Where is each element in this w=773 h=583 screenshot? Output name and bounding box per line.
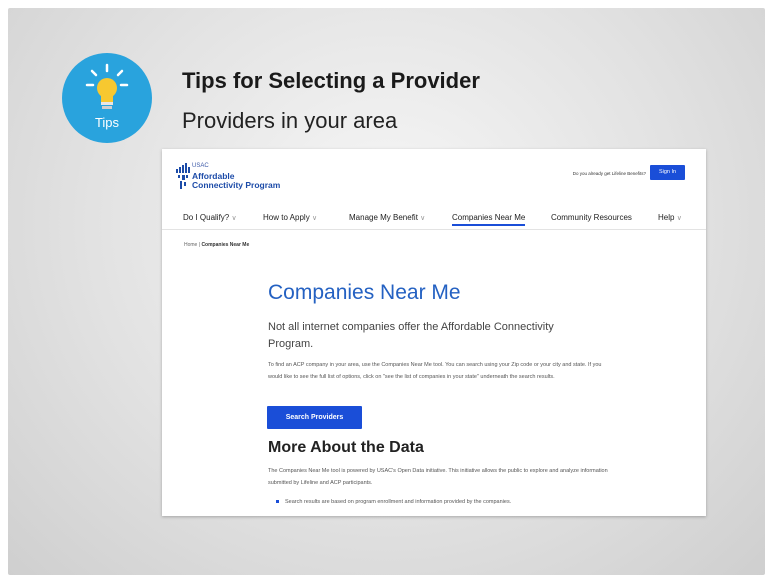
lead-paragraph: Not all internet companies offer the Aff… <box>268 321 554 350</box>
logo-connectivity: Connectivity Program <box>192 180 281 190</box>
nav-label: Do I Qualify? <box>183 213 230 222</box>
section-heading: More About the Data <box>268 439 424 456</box>
program-logo-text[interactable]: USAC Affordable Connectivity Program <box>192 162 280 191</box>
breadcrumb-home[interactable]: Home <box>184 242 197 248</box>
page-title: Companies Near Me <box>268 281 461 304</box>
slide-background: Tips Tips for Selecting a Provider Provi… <box>8 8 765 575</box>
main-nav: Do I Qualify? ∨ How to Apply ∨ Manage My… <box>162 209 706 230</box>
slide-title: Tips for Selecting a Provider <box>182 68 480 93</box>
nav-help[interactable]: Help ∨ <box>658 213 682 222</box>
tips-label: Tips <box>94 115 120 130</box>
breadcrumb-current: Companies Near Me <box>201 242 250 248</box>
breadcrumb-separator: | <box>198 242 201 248</box>
chevron-down-icon: ∨ <box>676 215 682 222</box>
search-providers-button[interactable]: Search Providers <box>267 406 362 429</box>
lifeline-question: Do you already get Lifeline Benefits? <box>572 171 646 176</box>
list-item: Search results are based on program enro… <box>276 499 511 505</box>
nav-label: Help <box>658 213 675 222</box>
chevron-down-icon: ∨ <box>311 215 318 222</box>
instructions-paragraph: To find an ACP company in your area, use… <box>268 362 602 380</box>
nav-companies-near-me[interactable]: Companies Near Me <box>452 213 526 226</box>
nav-manage-benefit[interactable]: Manage My Benefit ∨ <box>349 213 425 222</box>
nav-label: Manage My Benefit <box>349 213 418 222</box>
usac-logo-icon <box>176 163 190 189</box>
tips-badge: Tips <box>62 53 152 143</box>
chevron-down-icon: ∨ <box>420 215 426 222</box>
nav-label: How to Apply <box>263 213 310 222</box>
nav-community-resources[interactable]: Community Resources <box>551 213 632 222</box>
breadcrumb: Home | Companies Near Me <box>184 242 249 248</box>
chevron-down-icon: ∨ <box>231 215 237 222</box>
data-paragraph: The Companies Near Me tool is powered by… <box>268 468 608 486</box>
nav-do-i-qualify[interactable]: Do I Qualify? ∨ <box>183 213 237 222</box>
slide-subtitle: Providers in your area <box>182 108 398 133</box>
sign-in-button[interactable]: Sign In <box>650 165 685 180</box>
website-screenshot: USAC Affordable Connectivity Program Do … <box>162 149 706 516</box>
nav-label: Companies Near Me <box>452 213 526 222</box>
lightbulb-icon <box>85 63 129 109</box>
nav-how-to-apply[interactable]: How to Apply ∨ <box>263 213 317 222</box>
nav-label: Community Resources <box>551 213 632 222</box>
